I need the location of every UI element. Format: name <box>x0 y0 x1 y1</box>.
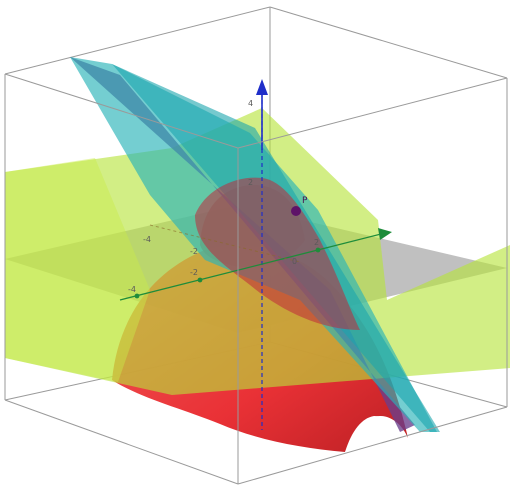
z-tick-label: 2 <box>248 178 253 187</box>
y-axis-arrow-icon <box>378 228 392 240</box>
x-tick-label: -2 <box>190 247 198 256</box>
z-tick-label: 4 <box>248 99 253 108</box>
z-axis-arrow-icon <box>256 79 268 95</box>
y-tick-label: -2 <box>190 268 198 277</box>
y-tick-label: 2 <box>314 238 319 247</box>
scene-canvas[interactable]: 4 2 -4 -2 2 -4 -2 0 P <box>0 0 512 489</box>
graphics-3d-view[interactable]: 4 2 -4 -2 2 -4 -2 0 P <box>0 0 512 489</box>
y-tick-label: -4 <box>128 285 136 294</box>
x-tick-label: -4 <box>143 235 151 244</box>
point-label: P <box>302 196 308 206</box>
x-tick-label: 0 <box>292 257 297 266</box>
